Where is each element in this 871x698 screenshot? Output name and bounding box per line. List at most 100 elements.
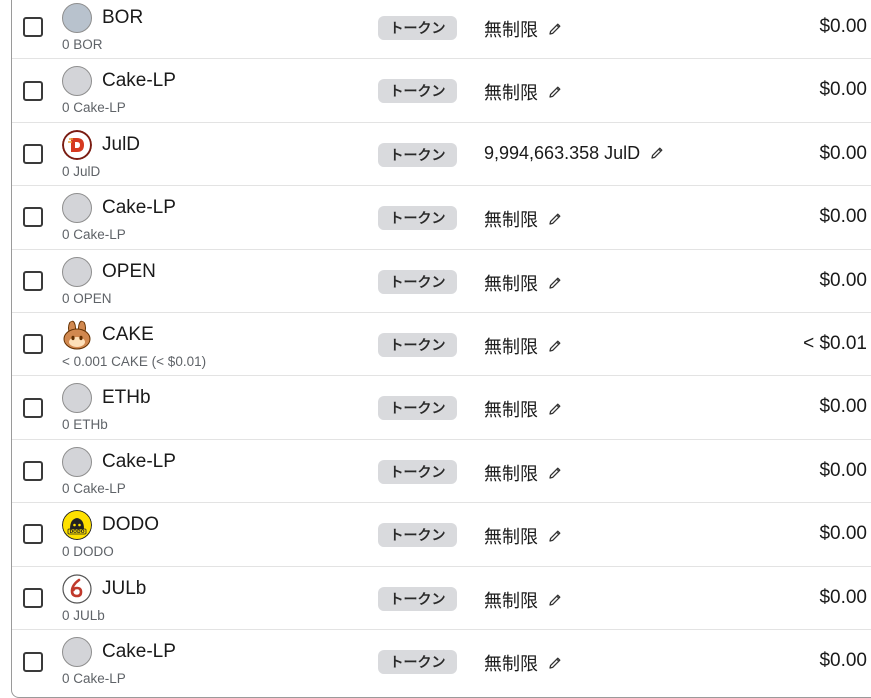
pancakeswap-bunny-icon <box>62 320 92 350</box>
allowance: 無制限 <box>484 333 562 359</box>
token-row: Cake-LP 0 Cake-LP トークン 無制限 $0.00 <box>12 59 871 123</box>
token-row: DODO DODO 0 DODO トークン 無制限 $0.00 <box>12 503 871 567</box>
row-checkbox[interactable] <box>23 143 43 164</box>
token-balance: < 0.001 CAKE (< $0.01) <box>62 353 207 369</box>
allowance: 9,994,663.358 JulD <box>484 143 664 164</box>
allowance: 無制限 <box>484 16 562 42</box>
token-balance: 0 Cake-LP <box>62 227 126 243</box>
row-checkbox[interactable] <box>23 651 43 672</box>
placeholder-icon <box>62 256 92 287</box>
token-name: JulD <box>102 133 141 155</box>
row-checkbox[interactable] <box>23 460 43 481</box>
row-checkbox[interactable] <box>23 270 43 291</box>
allowance: 無制限 <box>484 270 562 296</box>
pencil-icon[interactable] <box>548 85 562 99</box>
placeholder-icon <box>62 3 92 33</box>
token-name: CAKE <box>102 323 154 345</box>
row-checkbox[interactable] <box>23 397 43 418</box>
row-checkbox[interactable] <box>23 17 43 38</box>
allowance-value: 無制限 <box>484 527 538 548</box>
token-value: < $0.01 <box>803 332 867 354</box>
row-checkbox[interactable] <box>23 80 43 101</box>
pencil-icon[interactable] <box>548 402 562 416</box>
allowance: 無制限 <box>484 523 562 549</box>
token-value: $0.00 <box>819 396 867 418</box>
token-name: JULb <box>102 577 147 599</box>
token-balance: 0 OPEN <box>62 290 112 306</box>
token-row: OPEN 0 OPEN トークン 無制限 $0.00 <box>12 250 871 313</box>
allowance: 無制限 <box>484 79 562 105</box>
dodo-logo-icon: DODO <box>62 510 92 541</box>
token-type-badge: トークン <box>378 79 457 104</box>
token-balance: 0 Cake-LP <box>62 670 126 686</box>
token-row: BOR 0 BOR トークン 無制限 $0.00 <box>12 0 871 60</box>
token-balance: 0 JULb <box>62 607 105 623</box>
token-type-badge: トークン <box>378 586 457 611</box>
placeholder-icon <box>62 193 92 224</box>
allowance-value: 無制限 <box>484 400 538 421</box>
token-balance: 0 DODO <box>62 544 114 560</box>
token-name: ETHb <box>102 387 151 409</box>
pencil-icon[interactable] <box>548 656 562 670</box>
row-checkbox[interactable] <box>23 587 43 608</box>
svg-text:DODO: DODO <box>69 529 84 535</box>
allowance-value: 無制限 <box>484 590 538 611</box>
token-balance: 0 JulD <box>62 163 101 179</box>
allowance-value: 無制限 <box>484 273 538 294</box>
julb-logo-icon <box>62 573 92 604</box>
token-name: OPEN <box>102 260 156 282</box>
token-name: Cake-LP <box>102 450 176 472</box>
token-value: $0.00 <box>819 142 867 164</box>
pencil-icon[interactable] <box>548 22 562 36</box>
token-row: Cake-LP 0 Cake-LP トークン 無制限 $0.00 <box>12 630 871 693</box>
token-balance: 0 ETHb <box>62 417 108 433</box>
placeholder-icon <box>62 66 92 97</box>
placeholder-icon <box>62 446 92 477</box>
token-value: $0.00 <box>819 206 867 228</box>
token-row: JulD 0 JulD トークン 9,994,663.358 JulD $0.0… <box>12 123 871 187</box>
token-value: $0.00 <box>819 649 867 671</box>
row-checkbox[interactable] <box>23 207 43 228</box>
token-name: Cake-LP <box>102 197 176 219</box>
token-name: Cake-LP <box>102 70 176 92</box>
token-row: Cake-LP 0 Cake-LP トークン 無制限 $0.00 <box>12 186 871 250</box>
allowance: 無制限 <box>484 587 562 613</box>
token-row: JULb 0 JULb トークン 無制限 $0.00 <box>12 567 871 630</box>
pencil-icon[interactable] <box>548 339 562 353</box>
token-type-badge: トークン <box>378 649 457 674</box>
allowance-value: 無制限 <box>484 210 538 231</box>
pencil-icon[interactable] <box>548 212 562 226</box>
token-type-badge: トークン <box>378 459 457 484</box>
pencil-icon[interactable] <box>650 146 664 160</box>
allowance-value: 無制限 <box>484 336 538 357</box>
token-type-badge: トークン <box>378 16 457 40</box>
allowance-value: 無制限 <box>484 463 538 484</box>
token-type-badge: トークン <box>378 206 457 231</box>
pencil-icon[interactable] <box>548 529 562 543</box>
token-type-badge: トークン <box>378 332 457 357</box>
token-balance: 0 BOR <box>62 37 103 52</box>
token-name: Cake-LP <box>102 640 176 662</box>
token-balance: 0 Cake-LP <box>62 480 126 496</box>
juld-logo-icon <box>62 129 92 160</box>
token-value: $0.00 <box>819 79 867 101</box>
token-value: $0.00 <box>819 269 867 291</box>
token-type-badge: トークン <box>378 396 457 421</box>
token-value: $0.00 <box>819 523 867 545</box>
allowance-value: 無制限 <box>484 20 538 40</box>
pencil-icon[interactable] <box>548 276 562 290</box>
pencil-icon[interactable] <box>548 466 562 480</box>
allowance: 無制限 <box>484 650 562 676</box>
token-approval-list: BOR 0 BOR トークン 無制限 $0.00 Cake-LP 0 Cake-… <box>11 0 871 698</box>
token-row: CAKE < 0.001 CAKE (< $0.01) トークン 無制限 < $… <box>12 313 871 377</box>
token-name: BOR <box>102 7 144 28</box>
pencil-icon[interactable] <box>548 593 562 607</box>
token-balance: 0 Cake-LP <box>62 100 126 116</box>
token-row: ETHb 0 ETHb トークン 無制限 $0.00 <box>12 376 871 440</box>
row-checkbox[interactable] <box>23 524 43 545</box>
token-row: Cake-LP 0 Cake-LP トークン 無制限 $0.00 <box>12 440 871 504</box>
token-type-badge: トークン <box>378 523 457 548</box>
placeholder-icon <box>62 636 92 667</box>
row-checkbox[interactable] <box>23 334 43 355</box>
allowance: 無制限 <box>484 206 562 232</box>
